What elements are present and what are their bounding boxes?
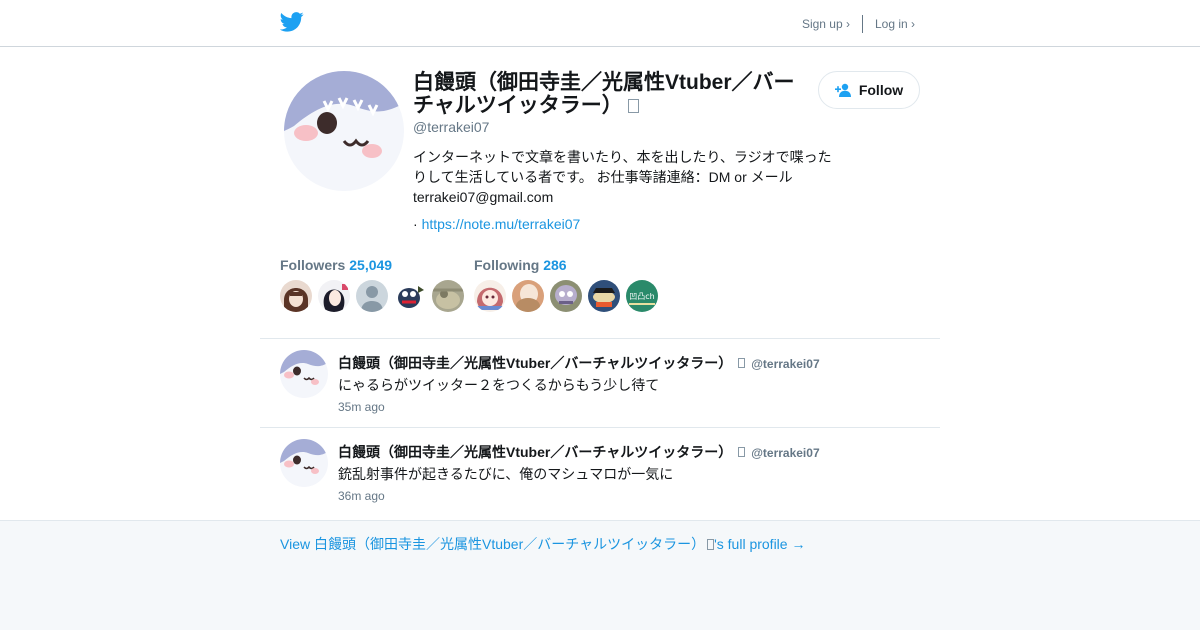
- view-full-profile-link[interactable]: View 白饅頭（御田寺圭／光属性Vtuber／バーチャルツイッタラー）'s f…: [280, 534, 805, 554]
- profile-url-line: · https://note.mu/terrakei07: [413, 216, 581, 232]
- following-avatar[interactable]: [512, 280, 544, 312]
- top-bar: Sign up › Log in ›: [0, 0, 1200, 47]
- following-avatar[interactable]: [474, 280, 506, 312]
- follow-button[interactable]: Follow: [818, 71, 920, 109]
- tweet-author[interactable]: 白饅頭（御田寺圭／光属性Vtuber／バーチャルツイッタラー） @terrakei…: [338, 353, 820, 373]
- tweet-item[interactable]: 白饅頭（御田寺圭／光属性Vtuber／バーチャルツイッタラー） @terrakei…: [260, 427, 940, 516]
- following-stat[interactable]: Following 286: [474, 257, 567, 273]
- tweet-author[interactable]: 白饅頭（御田寺圭／光属性Vtuber／バーチャルツイッタラー） @terrakei…: [338, 442, 820, 462]
- followers-stat[interactable]: Followers 25,049: [280, 257, 392, 273]
- following-avatar[interactable]: 凹凸ch: [626, 280, 658, 312]
- follower-avatar[interactable]: [432, 280, 464, 312]
- nav-divider: [861, 15, 863, 33]
- following-avatar[interactable]: [588, 280, 620, 312]
- tweet-avatar[interactable]: [280, 439, 328, 487]
- tweet-timestamp[interactable]: 36m ago: [338, 489, 385, 503]
- follower-avatar[interactable]: [318, 280, 350, 312]
- unsupported-glyph-icon: [627, 99, 639, 113]
- follower-avatar[interactable]: [280, 280, 312, 312]
- profile-avatar[interactable]: [284, 71, 404, 191]
- follower-avatars: [280, 280, 464, 312]
- profile-bio: インターネットで文章を書いたり、本を出したり、ラジオで喋ったりして生活している者…: [413, 149, 832, 205]
- login-link[interactable]: Log in ›: [875, 17, 915, 31]
- following-avatar[interactable]: [550, 280, 582, 312]
- svg-text:凹凸ch: 凹凸ch: [629, 292, 654, 301]
- tweet-timestamp[interactable]: 35m ago: [338, 400, 385, 414]
- unsupported-glyph-icon: [738, 358, 746, 368]
- profile-display-name: 白饅頭（御田寺圭／光属性Vtuber／バーチャルツイッタラー）: [413, 71, 795, 117]
- unsupported-glyph-icon: [738, 447, 746, 457]
- signup-link[interactable]: Sign up ›: [802, 17, 850, 31]
- add-user-icon: [834, 83, 851, 97]
- tweet-text: にゃるらがツイッター２をつくるからもう少し待て: [338, 377, 660, 393]
- auth-nav: Sign up › Log in ›: [802, 15, 915, 33]
- profile-handle: @terrakei07: [413, 119, 490, 135]
- following-avatars: 凹凸ch: [474, 280, 658, 312]
- profile-url-link[interactable]: https://note.mu/terrakei07: [422, 216, 581, 232]
- tweet-avatar[interactable]: [280, 350, 328, 398]
- follower-avatar[interactable]: [394, 280, 426, 312]
- tweet-text: 銃乱射事件が起きるたびに、俺のマシュマロが一気に: [338, 466, 674, 482]
- default-avatar-icon[interactable]: [356, 280, 388, 312]
- profile-card: 白饅頭（御田寺圭／光属性Vtuber／バーチャルツイッタラー） @terrake…: [0, 47, 1200, 521]
- twitter-bird-icon[interactable]: [280, 11, 304, 33]
- tweet-item[interactable]: 白饅頭（御田寺圭／光属性Vtuber／バーチャルツイッタラー） @terrakei…: [260, 338, 940, 427]
